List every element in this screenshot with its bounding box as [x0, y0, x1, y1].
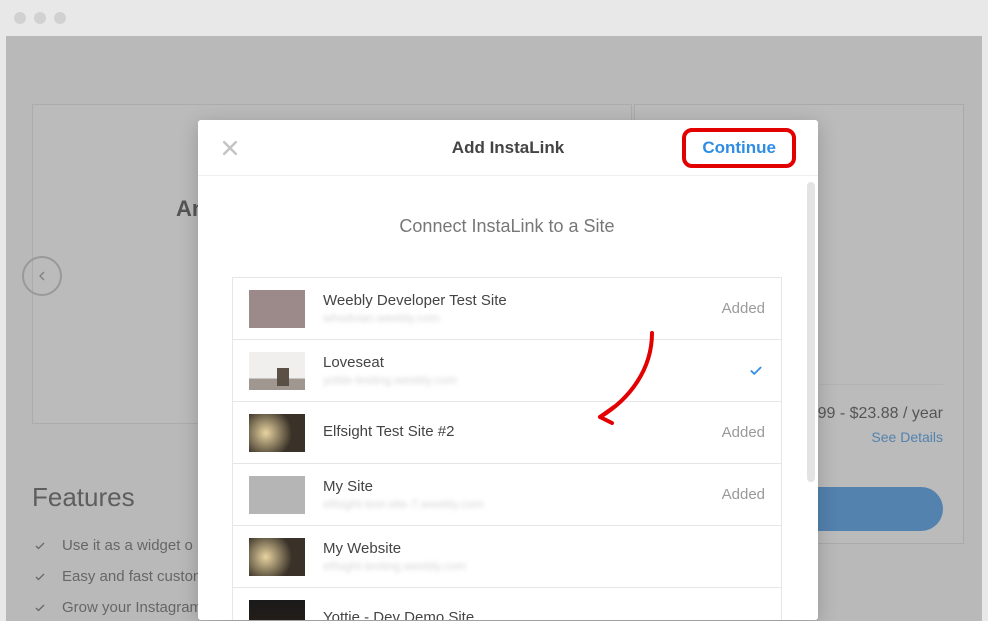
- traffic-light-minimize[interactable]: [34, 12, 46, 24]
- site-name: My Website: [323, 540, 765, 557]
- site-url: elfsight-test-site-7.weebly.com: [323, 497, 704, 511]
- traffic-light-close[interactable]: [14, 12, 26, 24]
- selected-check-icon: [747, 364, 765, 378]
- site-row[interactable]: Loveseat yottie-testing.weebly.com: [233, 340, 781, 402]
- site-row[interactable]: Weebly Developer Test Site whodvian.weeb…: [233, 278, 781, 340]
- site-status-added: Added: [722, 486, 765, 503]
- site-status-added: Added: [722, 300, 765, 317]
- close-button[interactable]: [220, 138, 240, 158]
- site-row[interactable]: Yottie - Dev Demo Site: [233, 588, 781, 620]
- site-status-added: Added: [722, 424, 765, 441]
- site-name: Yottie - Dev Demo Site: [323, 609, 765, 620]
- traffic-light-zoom[interactable]: [54, 12, 66, 24]
- site-url: yottie-testing.weebly.com: [323, 373, 729, 387]
- site-url: elfsight-testing.weebly.com: [323, 559, 765, 573]
- site-row[interactable]: My Website elfsight-testing.weebly.com: [233, 526, 781, 588]
- site-name: Elfsight Test Site #2: [323, 423, 704, 440]
- site-thumbnail: [249, 476, 305, 514]
- modal-subtitle: Connect InstaLink to a Site: [198, 216, 816, 237]
- modal-scroll-area[interactable]: Connect InstaLink to a Site Weebly Devel…: [198, 176, 816, 620]
- site-thumbnail: [249, 414, 305, 452]
- site-name: Loveseat: [323, 354, 729, 371]
- window-title-bar: [0, 0, 988, 36]
- site-thumbnail: [249, 538, 305, 576]
- site-url: whodvian.weebly.com: [323, 311, 704, 325]
- site-name: My Site: [323, 478, 704, 495]
- site-thumbnail: [249, 290, 305, 328]
- scrollbar[interactable]: [807, 182, 815, 482]
- site-row[interactable]: Elfsight Test Site #2 Added: [233, 402, 781, 464]
- site-thumbnail: [249, 600, 305, 621]
- site-list: Weebly Developer Test Site whodvian.weeb…: [232, 277, 782, 620]
- modal-title: Add InstaLink: [452, 138, 564, 158]
- site-row[interactable]: My Site elfsight-test-site-7.weebly.com …: [233, 464, 781, 526]
- add-instalink-modal: Add InstaLink Continue Connect InstaLink…: [198, 120, 818, 620]
- site-name: Weebly Developer Test Site: [323, 292, 704, 309]
- close-icon: [220, 138, 240, 158]
- continue-button[interactable]: Continue: [682, 128, 796, 168]
- site-thumbnail: [249, 352, 305, 390]
